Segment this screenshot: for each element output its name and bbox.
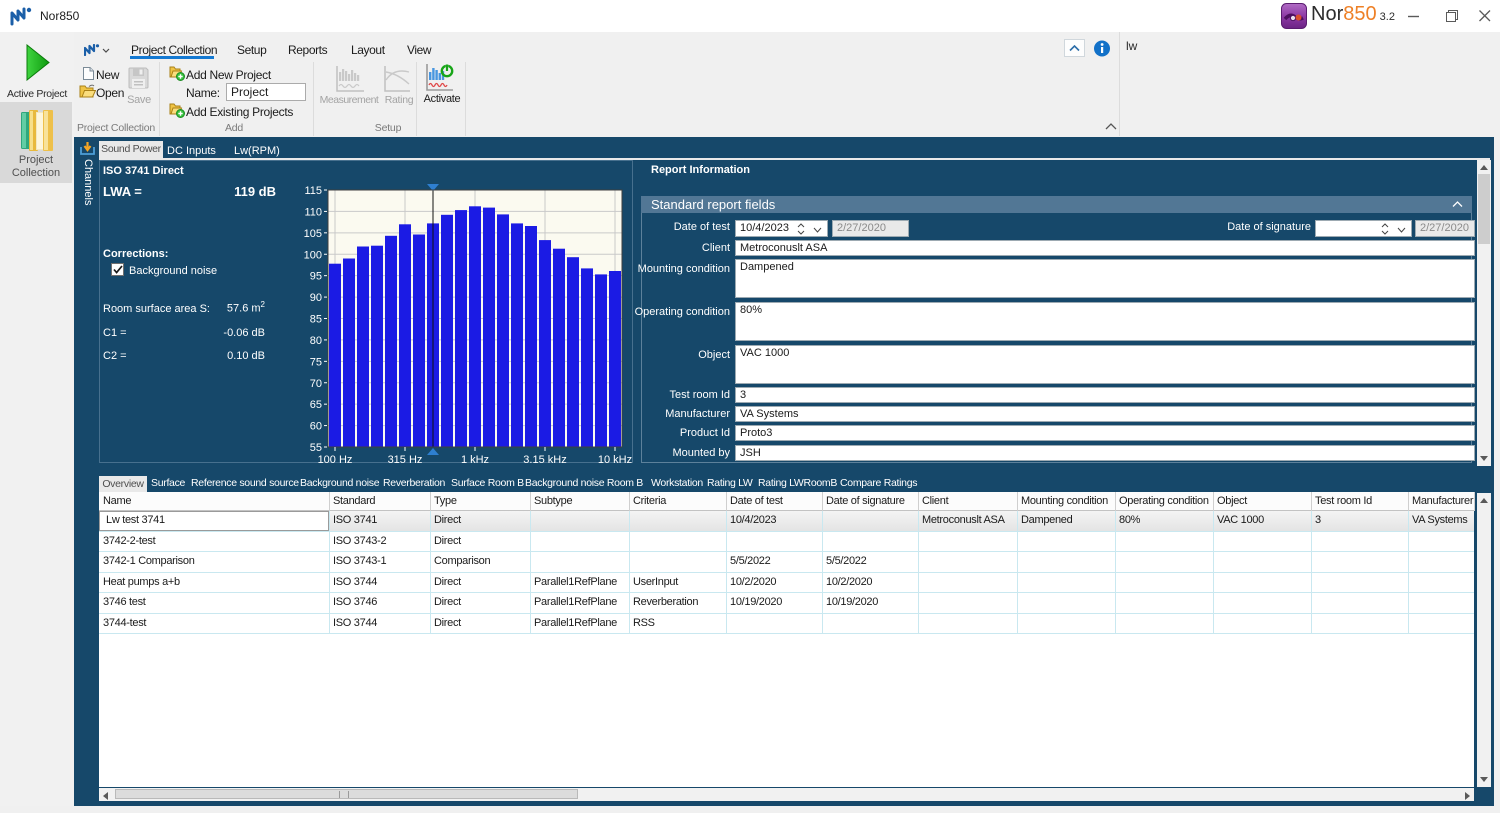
svg-text:100 Hz: 100 Hz (318, 454, 353, 466)
svg-text:95: 95 (310, 271, 322, 283)
svg-text:55: 55 (310, 442, 322, 454)
svg-text:110: 110 (304, 206, 322, 218)
svg-text:100: 100 (304, 249, 322, 261)
svg-text:60: 60 (310, 421, 322, 433)
svg-text:115: 115 (304, 185, 322, 197)
svg-text:70: 70 (310, 378, 322, 390)
svg-text:90: 90 (310, 292, 322, 304)
svg-text:315 Hz: 315 Hz (388, 454, 423, 466)
svg-text:1 kHz: 1 kHz (461, 454, 489, 466)
svg-text:105: 105 (304, 228, 322, 240)
svg-text:75: 75 (310, 356, 322, 368)
svg-text:80: 80 (310, 335, 322, 347)
svg-text:85: 85 (310, 314, 322, 326)
svg-text:65: 65 (310, 399, 322, 411)
